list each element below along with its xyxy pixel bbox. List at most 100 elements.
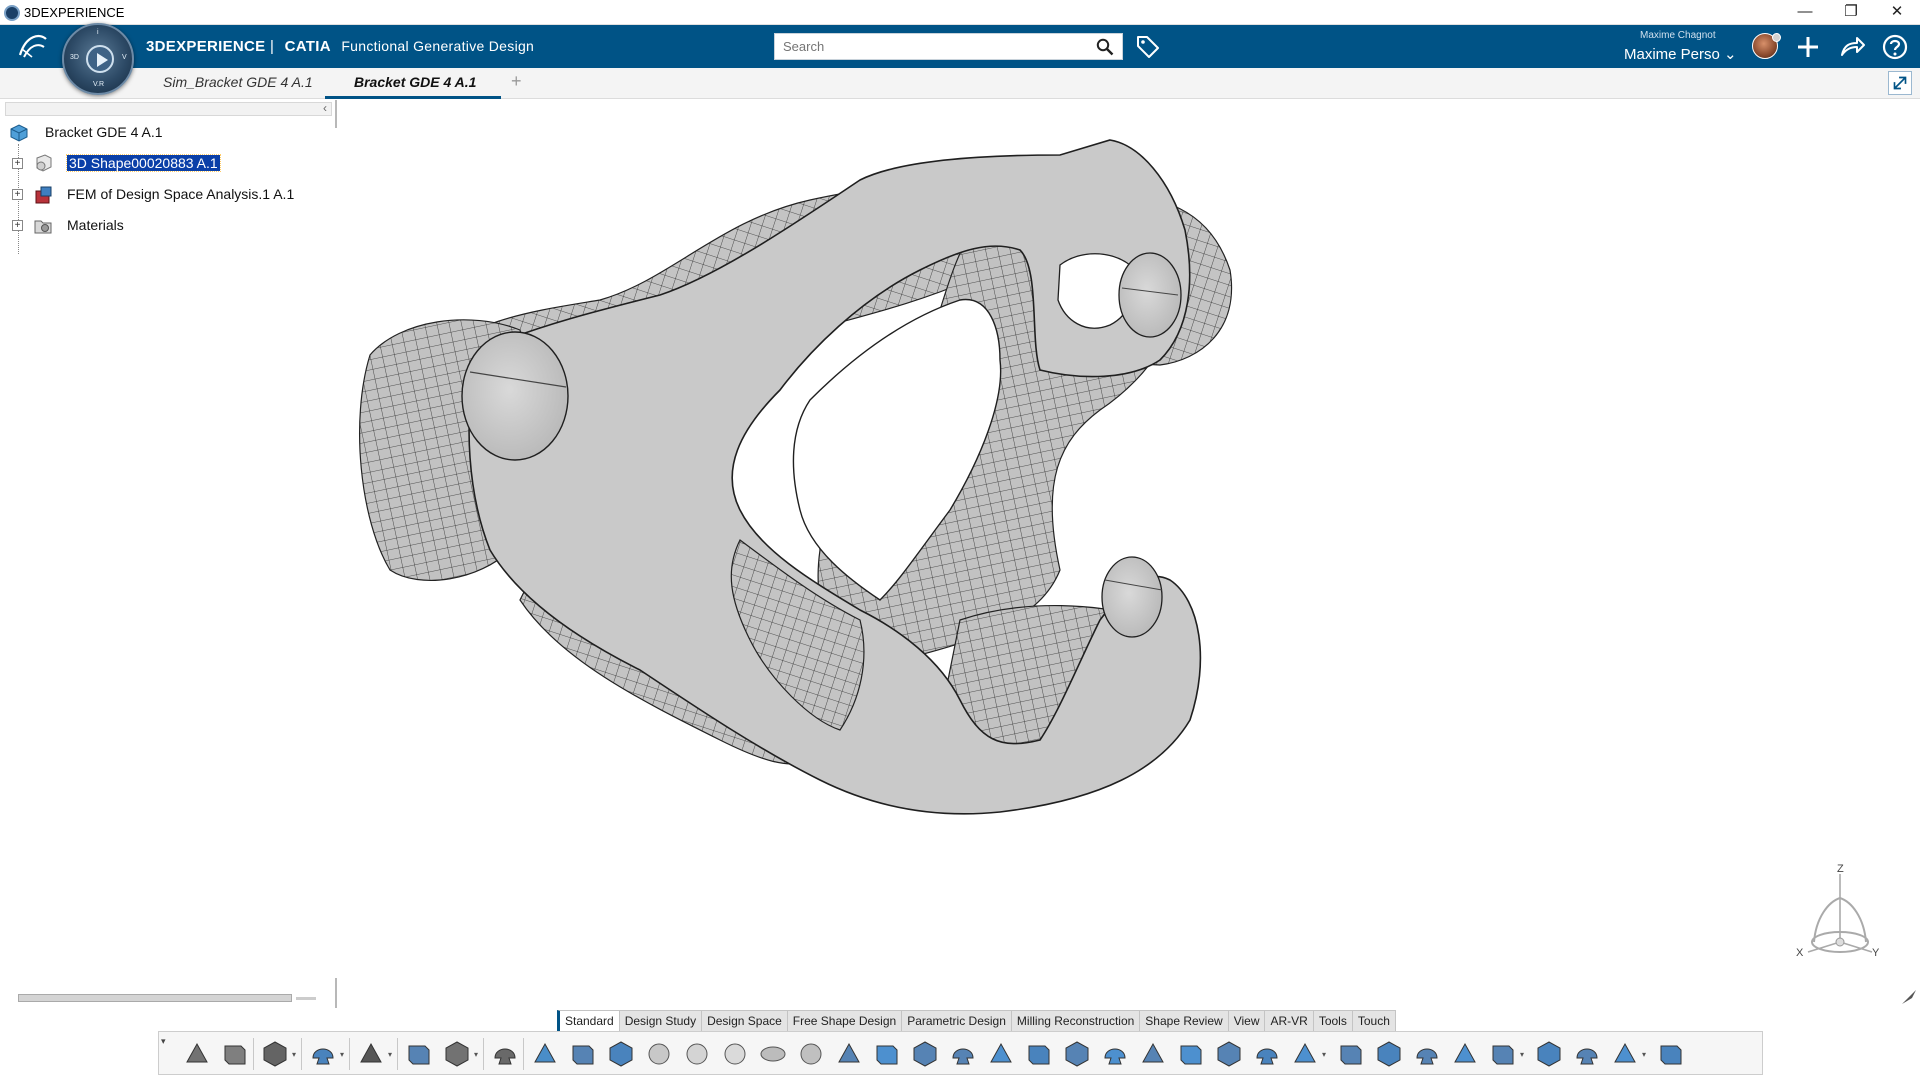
close-button[interactable]: ✕: [1874, 0, 1920, 25]
tag-icon[interactable]: [1135, 33, 1161, 59]
compass-top-label: i: [97, 29, 99, 36]
expand-toggle[interactable]: +: [12, 158, 23, 169]
section-tab-milling-reconstruction[interactable]: Milling Reconstruction: [1010, 1010, 1141, 1031]
chevron-down-icon[interactable]: ▾: [1520, 1050, 1524, 1059]
expand-toggle[interactable]: +: [12, 220, 23, 231]
shape-edit-icon[interactable]: [909, 1038, 941, 1070]
thickness-icon[interactable]: [1449, 1038, 1481, 1070]
app-brand: 3DEXPERIENCE | CATIA Functional Generati…: [146, 38, 534, 55]
paste-icon[interactable]: [259, 1038, 291, 1070]
viewport-slider[interactable]: [18, 994, 292, 1002]
check-icon[interactable]: [1609, 1038, 1641, 1070]
analyze-icon[interactable]: [1571, 1038, 1603, 1070]
fill-icon[interactable]: [1213, 1038, 1245, 1070]
chevron-down-icon[interactable]: ▾: [340, 1050, 344, 1059]
delete-mesh-icon[interactable]: [1137, 1038, 1169, 1070]
blend-icon[interactable]: [1411, 1038, 1443, 1070]
restore-button[interactable]: ❐: [1828, 0, 1874, 25]
section-tab-free-shape-design[interactable]: Free Shape Design: [786, 1010, 903, 1031]
product-icon: [10, 124, 28, 142]
part-design-icon[interactable]: [529, 1038, 561, 1070]
tree-item-label: FEM of Design Space Analysis.1 A.1: [67, 186, 295, 202]
action-bar-sections: Standard Design Study Design Space Free Sha…: [557, 1010, 1396, 1031]
lattice-icon[interactable]: [1487, 1038, 1519, 1070]
tab-sim-bracket[interactable]: Sim_Bracket GDE 4 A.1: [163, 74, 313, 90]
cut-icon[interactable]: [181, 1038, 213, 1070]
axis-z-label: Z: [1837, 863, 1844, 875]
section-tab-standard[interactable]: Standard: [557, 1010, 620, 1031]
box-icon[interactable]: [719, 1038, 751, 1070]
transform-icon[interactable]: [1023, 1038, 1055, 1070]
chevron-down-icon[interactable]: ▾: [474, 1050, 478, 1059]
freeze-icon[interactable]: [1099, 1038, 1131, 1070]
toolbar-collapse-icon[interactable]: ▾: [161, 1036, 166, 1047]
dassault-logo-icon[interactable]: [16, 31, 50, 61]
deform-icon[interactable]: [947, 1038, 979, 1070]
play-icon[interactable]: [86, 45, 114, 73]
add-icon[interactable]: [1794, 33, 1822, 61]
offset-icon[interactable]: [1533, 1038, 1565, 1070]
feather-icon[interactable]: [1900, 988, 1918, 1006]
help-icon[interactable]: [1881, 33, 1909, 61]
expand-icon[interactable]: [1888, 71, 1912, 95]
section-tab-tools[interactable]: Tools: [1312, 1010, 1353, 1031]
minimize-button[interactable]: —: [1782, 0, 1828, 25]
section-tab-design-space[interactable]: Design Space: [701, 1010, 788, 1031]
ellipsoid-icon[interactable]: [681, 1038, 713, 1070]
subdivision-icon[interactable]: [871, 1038, 903, 1070]
axis-compass-icon[interactable]: Z X Y: [1788, 860, 1880, 960]
document-tab-bar: Sim_Bracket GDE 4 A.1 Bracket GDE 4 A.1 …: [0, 68, 1920, 99]
select-icon[interactable]: [403, 1038, 435, 1070]
warning-icon[interactable]: [489, 1038, 521, 1070]
search-input[interactable]: [775, 34, 1075, 59]
section-tab-parametric-design[interactable]: Parametric Design: [901, 1010, 1012, 1031]
chevron-down-icon[interactable]: ▾: [1642, 1050, 1646, 1059]
sculpt-icon[interactable]: [1061, 1038, 1093, 1070]
chevron-down-icon[interactable]: ▾: [1322, 1050, 1326, 1059]
bracket-model[interactable]: [359, 139, 1233, 815]
pen-icon[interactable]: [605, 1038, 637, 1070]
update-icon[interactable]: [355, 1038, 387, 1070]
tree-panel-header: ‹: [5, 101, 332, 116]
measure-icon[interactable]: [441, 1038, 473, 1070]
section-tab-ar-vr[interactable]: AR-VR: [1264, 1010, 1314, 1031]
section-tab-design-study[interactable]: Design Study: [618, 1010, 703, 1031]
expand-toggle[interactable]: +: [12, 189, 23, 200]
add-tab-button[interactable]: +: [511, 71, 522, 92]
tree-splitter[interactable]: [335, 100, 337, 128]
bridge-icon[interactable]: [1373, 1038, 1405, 1070]
toolbar-separator: [253, 1038, 254, 1070]
pattern-icon[interactable]: [1251, 1038, 1283, 1070]
bottom-splitter[interactable]: [335, 978, 337, 1008]
toolbar-separator: [483, 1038, 484, 1070]
copy-icon[interactable]: [219, 1038, 251, 1070]
pyramid-icon[interactable]: [795, 1038, 827, 1070]
collapse-tree-button[interactable]: ‹: [323, 101, 327, 115]
section-tab-shape-review[interactable]: Shape Review: [1139, 1010, 1229, 1031]
sketch-icon[interactable]: [567, 1038, 599, 1070]
export-icon[interactable]: [1655, 1038, 1687, 1070]
undo-icon[interactable]: [307, 1038, 339, 1070]
smooth-icon[interactable]: [1175, 1038, 1207, 1070]
chevron-down-icon: ⌄: [1724, 46, 1737, 63]
compass-bottom-label: V.R: [93, 81, 105, 88]
materials-icon: [34, 220, 52, 234]
chevron-down-icon[interactable]: ▾: [292, 1050, 296, 1059]
compass-widget[interactable]: i 3D V.R V: [62, 23, 134, 95]
chevron-down-icon[interactable]: ▾: [388, 1050, 392, 1059]
fem-icon: [35, 186, 52, 204]
torus-icon[interactable]: [757, 1038, 789, 1070]
tab-bracket[interactable]: Bracket GDE 4 A.1: [354, 74, 476, 90]
user-menu[interactable]: Maxime Perso ⌄: [1624, 45, 1737, 63]
search-icon[interactable]: [1096, 38, 1114, 56]
flatten-icon[interactable]: [1335, 1038, 1367, 1070]
notification-badge: [1772, 33, 1781, 42]
3d-viewport[interactable]: [340, 100, 1920, 1010]
sphere-icon[interactable]: [643, 1038, 675, 1070]
section-tab-touch[interactable]: Touch: [1351, 1010, 1396, 1031]
share-icon[interactable]: [1838, 33, 1866, 61]
surface-icon[interactable]: [833, 1038, 865, 1070]
mesh-icon[interactable]: [985, 1038, 1017, 1070]
section-tab-view[interactable]: View: [1227, 1010, 1266, 1031]
view-icon[interactable]: [1289, 1038, 1321, 1070]
